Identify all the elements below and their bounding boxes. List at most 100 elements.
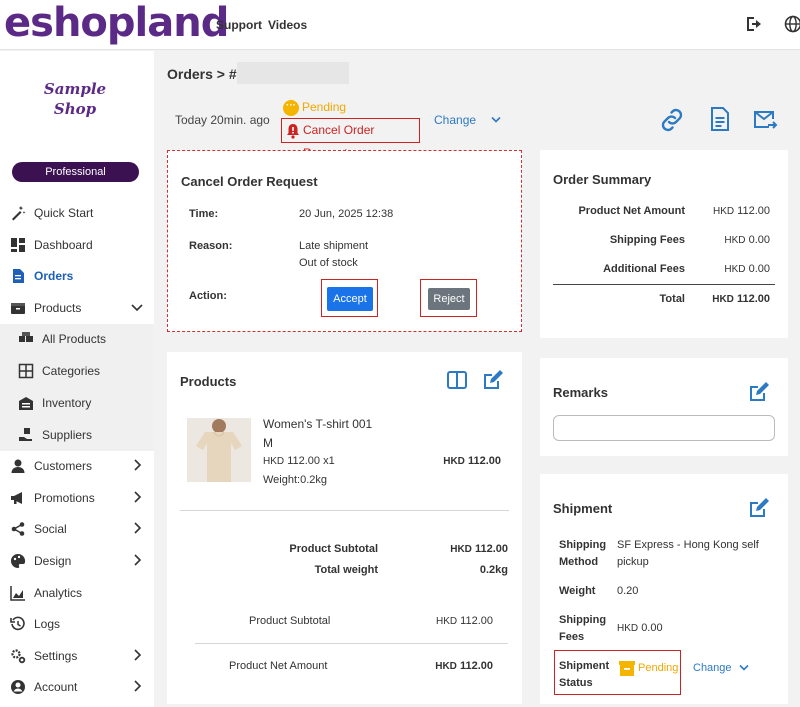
cancel-reason-line2: Out of stock: [299, 257, 358, 269]
sidebar-item-dashboard[interactable]: Dashboard: [0, 230, 154, 260]
cancel-reason-label: Reason:: [189, 240, 233, 252]
history-icon: [10, 616, 25, 631]
sidebar-item-promotions[interactable]: Promotions: [0, 483, 154, 513]
sidebar-item-label: Products: [34, 301, 82, 315]
cancel-reason-line1: Late shipment: [299, 240, 369, 252]
sidebar-item-design[interactable]: Design: [0, 546, 154, 576]
sidebar-item-label: Analytics: [34, 586, 83, 600]
products-divider: [180, 510, 509, 511]
shipment-weight-label: Weight: [559, 585, 596, 597]
top-bar: eshopland Support Videos: [0, 0, 800, 50]
sidebar-item-settings[interactable]: Settings: [0, 641, 154, 671]
sidebar-subitem-suppliers[interactable]: Suppliers: [0, 420, 154, 450]
support-link[interactable]: Support: [216, 18, 262, 32]
product-name[interactable]: Women's T-shirt 001: [263, 417, 372, 431]
shipment-title: Shipment: [553, 501, 613, 516]
cancel-time-label: Time:: [189, 208, 219, 220]
cancel-time-value: 20 Jun, 2025 12:38: [299, 208, 394, 220]
sidebar-item-analytics[interactable]: Analytics: [0, 578, 154, 608]
order-summary-card: Order Summary Product Net Amount HKD 112…: [540, 150, 788, 338]
send-email-icon[interactable]: [752, 108, 778, 132]
order-status: ··· Pending: [283, 100, 346, 116]
summary-additional-label: Additional Fees: [603, 263, 685, 275]
products-net-value: 112.00: [459, 660, 493, 672]
summary-shipping-label: Shipping Fees: [609, 234, 685, 246]
chevron-right-icon: [134, 554, 142, 566]
cancel-request-title: Cancel Order Request: [181, 174, 318, 189]
sidebar-item-customers[interactable]: Customers: [0, 451, 154, 481]
shipping-method-value-2: pickup: [617, 556, 649, 568]
sidebar-subitem-label: Categories: [42, 364, 101, 378]
order-time: Today 20min. ago: [175, 113, 270, 127]
products-submenu: All Products Categories Inventory Suppli…: [0, 324, 154, 451]
hand-box-icon: [19, 428, 32, 441]
sidebar-item-quick-start[interactable]: Quick Start: [0, 198, 154, 228]
sidebar-item-label: Social: [34, 522, 67, 536]
shipment-weight-value: 0.20: [617, 585, 639, 597]
shop-name-line2: Shop: [53, 100, 97, 118]
sidebar-item-logs[interactable]: Logs: [0, 609, 154, 639]
sidebar-item-products[interactable]: Products: [0, 293, 154, 323]
logout-icon[interactable]: [744, 14, 764, 34]
order-status-change[interactable]: Change: [434, 113, 501, 127]
order-number-redacted: [237, 62, 349, 84]
shipment-status-label-2: Status: [559, 677, 593, 689]
products-subtotal-label: Product Subtotal: [289, 543, 378, 555]
sidebar-subitem-all-products[interactable]: All Products: [0, 324, 154, 354]
products-subtotal-currency: HKD: [450, 544, 472, 555]
order-summary-title: Order Summary: [553, 172, 652, 187]
link-icon[interactable]: [657, 106, 687, 134]
products-subtotal2-currency: HKD: [435, 616, 458, 627]
sidebar-item-label: Design: [34, 554, 72, 568]
products-subtotal-value: 112.00: [474, 543, 508, 555]
order-status-text: Pending: [302, 100, 347, 115]
dashboard-icon: [11, 238, 25, 252]
accept-button[interactable]: Accept: [327, 287, 373, 311]
summary-net-label: Product Net Amount: [578, 205, 685, 217]
sidebar-item-label: Dashboard: [34, 238, 93, 252]
language-globe-icon[interactable]: [783, 14, 800, 34]
sidebar-item-label: Orders: [34, 269, 74, 283]
invoice-document-icon[interactable]: [709, 106, 731, 132]
sidebar-item-label: Quick Start: [34, 206, 94, 220]
sidebar-subitem-categories[interactable]: Categories: [0, 356, 154, 386]
product-line-total: 112.00: [467, 455, 501, 467]
sidebar-item-social[interactable]: Social: [0, 514, 154, 544]
chevron-right-icon: [134, 649, 142, 661]
cancel-request-badge[interactable]: Cancel Order Request: [281, 118, 420, 160]
edit-icon[interactable]: [482, 369, 504, 391]
product-thumbnail[interactable]: [187, 418, 251, 482]
sidebar-item-orders[interactable]: Orders: [0, 261, 154, 291]
bell-alert-icon: [287, 124, 299, 139]
shipment-status-change[interactable]: Change: [693, 662, 749, 674]
videos-link[interactable]: Videos: [268, 18, 307, 32]
edit-icon[interactable]: [748, 381, 770, 403]
sidebar-item-label: Customers: [34, 459, 93, 473]
sidebar-item-label: Logs: [34, 617, 61, 631]
area-chart-icon: [10, 586, 25, 601]
summary-additional-currency: HKD: [724, 264, 746, 275]
summary-total-label: Total: [659, 293, 685, 305]
chevron-right-icon: [134, 491, 142, 503]
edit-icon[interactable]: [748, 497, 770, 519]
product-line-currency: HKD: [443, 456, 465, 467]
sidebar-item-account[interactable]: Account: [0, 672, 154, 702]
brand-logo[interactable]: eshopland: [4, 1, 229, 45]
chevron-right-icon: [134, 522, 142, 534]
shipping-method-value-1: SF Express - Hong Kong self: [617, 539, 759, 551]
orders-file-icon: [13, 269, 24, 283]
remarks-field[interactable]: [553, 415, 775, 441]
summary-shipping-currency: HKD: [724, 235, 746, 246]
summary-divider: [553, 284, 775, 285]
sidebar-subitem-inventory[interactable]: Inventory: [0, 388, 154, 418]
user-icon: [11, 459, 25, 473]
products-net-label: Product Net Amount: [229, 660, 328, 672]
chevron-right-icon: [134, 459, 142, 471]
chevron-right-icon: [134, 680, 142, 692]
sidebar-item-label: Promotions: [34, 491, 95, 505]
magic-wand-icon: [12, 206, 26, 221]
reject-button[interactable]: Reject: [428, 288, 470, 310]
sidebar-subitem-label: All Products: [42, 332, 107, 346]
split-view-icon[interactable]: [446, 370, 468, 390]
summary-total-value: 112.00: [736, 293, 770, 305]
